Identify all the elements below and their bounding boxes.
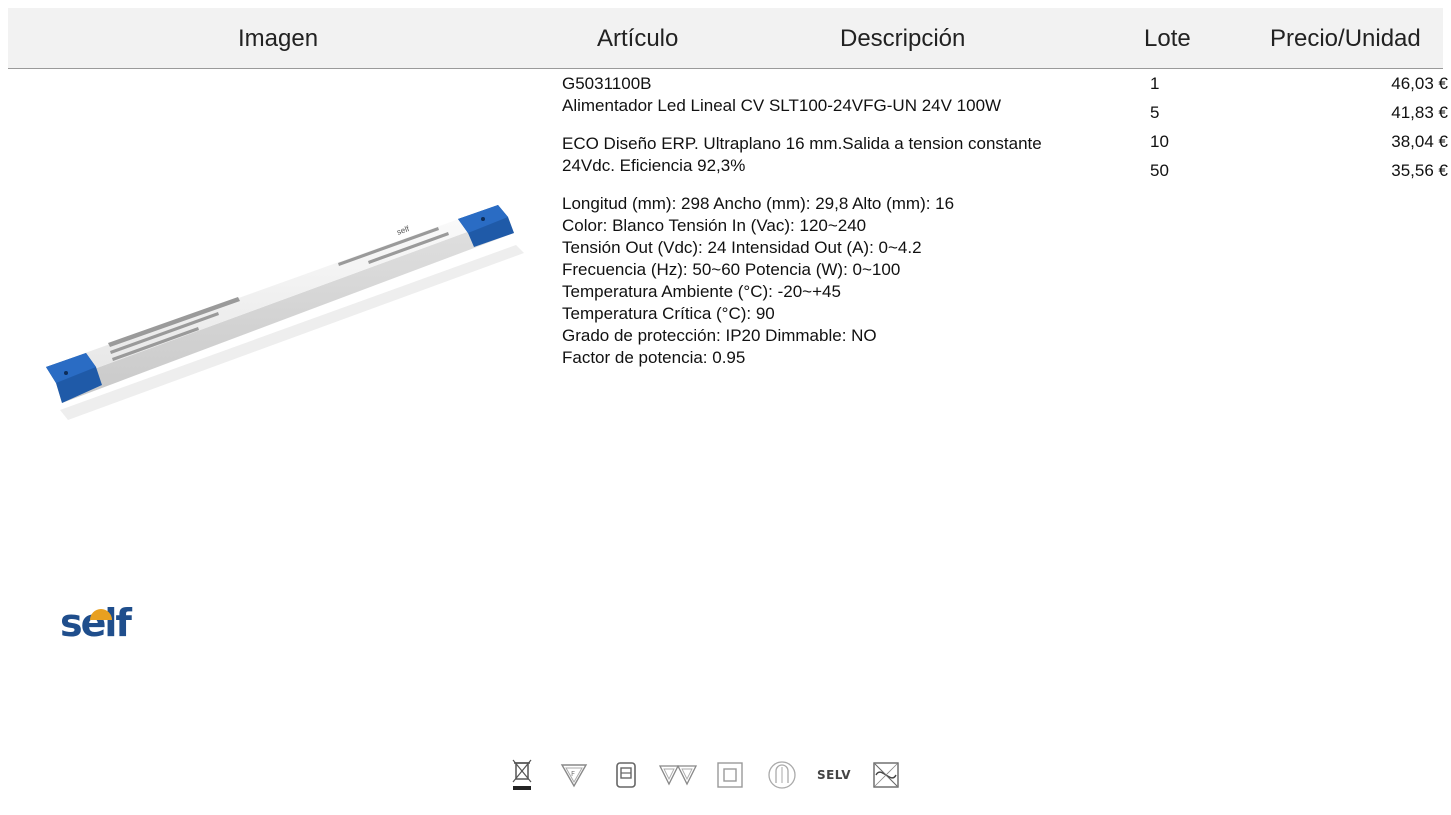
column-header-imagen: Imagen [238, 25, 319, 52]
class-ii-icon [704, 755, 756, 795]
lote-value: 50 [1150, 161, 1169, 180]
weee-bin-icon [496, 755, 548, 795]
spec-line: Grado de protección: IP20 Dimmable: NO [562, 326, 877, 345]
precio-value: 46,03 € [1391, 74, 1448, 93]
product-specs: Longitud (mm): 298 Ancho (mm): 29,8 Alto… [562, 193, 1102, 369]
column-header-articulo: Artículo [597, 25, 679, 52]
lote-value: 5 [1150, 103, 1160, 122]
column-header-precio-unidad: Precio/Unidad [1270, 25, 1421, 52]
lote-value: 1 [1150, 74, 1160, 93]
ff-marking-icon [652, 755, 704, 795]
precio-value: 35,56 € [1391, 161, 1448, 180]
independent-driver-icon [600, 755, 652, 795]
selv-icon: SELV [808, 755, 860, 795]
f-marking-icon: F [548, 755, 600, 795]
brand-logo: self [60, 601, 134, 644]
table-header: Imagen Artículo Descripción Lote Precio/… [8, 8, 1443, 69]
svg-text:F: F [571, 770, 575, 778]
price-row: 50 35,56 € [1150, 160, 1450, 189]
precio-value: 38,04 € [1391, 132, 1448, 151]
short-circuit-protection-icon [860, 755, 912, 795]
driver-brand-mark: self [396, 224, 412, 237]
price-row: 1 46,03 € [1150, 73, 1450, 102]
product-image: self [46, 205, 524, 420]
spec-line: Longitud (mm): 298 Ancho (mm): 29,8 Alto… [562, 194, 955, 213]
spec-line: Tensión Out (Vdc): 24 Intensidad Out (A)… [562, 238, 922, 257]
certification-icons: F SELV [496, 755, 912, 795]
spec-line: Color: Blanco Tensión In (Vac): 120~240 [562, 216, 867, 235]
spec-line: Temperatura Crítica (°C): 90 [562, 304, 775, 323]
price-row: 10 38,04 € [1150, 131, 1450, 160]
column-header-descripcion: Descripción [840, 25, 966, 52]
product-summary: ECO Diseño ERP. Ultraplano 16 mm.Salida … [562, 134, 1042, 175]
product-name: Alimentador Led Lineal CV SLT100-24VFG-U… [562, 96, 1002, 115]
product-article: G5031100B Alimentador Led Lineal CV SLT1… [562, 73, 1102, 369]
price-table: 1 46,03 € 5 41,83 € 10 38,04 € 50 35,56 … [1150, 73, 1450, 189]
product-code: G5031100B [562, 74, 652, 93]
brand-logo-text: self [60, 601, 132, 644]
precio-value: 41,83 € [1391, 103, 1448, 122]
thermal-protection-icon [756, 755, 808, 795]
selv-label: SELV [816, 768, 852, 782]
lote-value: 10 [1150, 132, 1169, 151]
spec-line: Factor de potencia: 0.95 [562, 348, 746, 367]
spec-line: Temperatura Ambiente (°C): -20~+45 [562, 282, 841, 301]
column-header-lote: Lote [1144, 25, 1191, 52]
spec-line: Frecuencia (Hz): 50~60 Potencia (W): 0~1… [562, 260, 901, 279]
price-row: 5 41,83 € [1150, 102, 1450, 131]
